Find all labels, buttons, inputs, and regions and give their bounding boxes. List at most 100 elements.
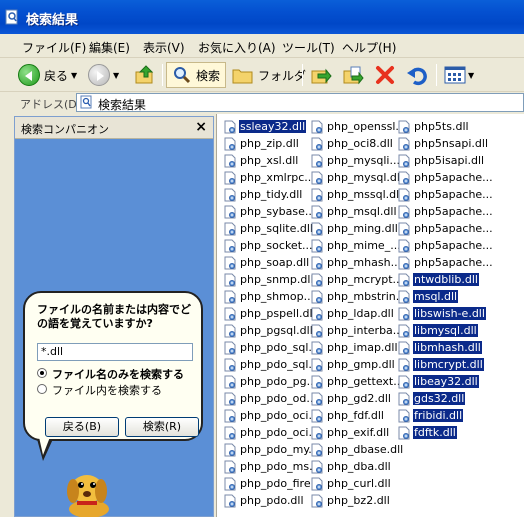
radio-name-only[interactable]: [37, 368, 47, 378]
file-item[interactable]: php5apache...: [397, 169, 494, 186]
file-item[interactable]: php_pdo_sql...: [223, 339, 320, 356]
menu-file[interactable]: ファイル(F): [22, 39, 86, 56]
file-item[interactable]: fribidi.dll: [397, 407, 464, 424]
file-item[interactable]: php_pdo_sql...: [223, 356, 320, 373]
file-item[interactable]: php_mcrypt....: [310, 271, 408, 288]
file-item[interactable]: php_bz2.dll: [310, 492, 391, 509]
radio-content[interactable]: [37, 384, 47, 394]
file-item[interactable]: php_dba.dll: [310, 458, 392, 475]
filename-search-input[interactable]: *.dll: [37, 343, 193, 361]
up-folder-button[interactable]: [134, 62, 156, 88]
search-button[interactable]: 検索: [166, 62, 227, 88]
dll-file-icon: [311, 290, 323, 303]
delete-button[interactable]: [374, 62, 396, 88]
file-item[interactable]: php5apache...: [397, 203, 494, 220]
file-item[interactable]: php_xmlrpc....: [223, 169, 319, 186]
file-item[interactable]: php_sybase....: [223, 203, 320, 220]
file-item[interactable]: php_ldap.dll: [310, 305, 395, 322]
file-item[interactable]: php_msql.dll: [310, 203, 398, 220]
close-icon[interactable]: ×: [195, 119, 207, 135]
file-item[interactable]: php_pdo_oci...: [223, 407, 320, 424]
file-item[interactable]: php_mssql.dll: [310, 186, 403, 203]
file-item[interactable]: php_interba...: [310, 322, 404, 339]
dll-file-icon: [398, 375, 410, 388]
menu-help[interactable]: ヘルプ(H): [342, 39, 396, 56]
file-item[interactable]: php5apache...: [397, 254, 494, 271]
file-item[interactable]: php_openssl....: [310, 118, 410, 135]
undo-button[interactable]: [406, 62, 428, 88]
file-item[interactable]: php_mysqli....: [310, 152, 404, 169]
file-item[interactable]: libmhash.dll: [397, 339, 482, 356]
file-item[interactable]: php_oci8.dll: [310, 135, 394, 152]
back-search-button[interactable]: 戻る(B): [45, 417, 119, 437]
views-button[interactable]: ▼: [444, 62, 474, 88]
views-dropdown-icon: ▼: [468, 70, 475, 80]
file-item[interactable]: php_ming.dll: [310, 220, 399, 237]
dll-file-icon: [311, 222, 323, 235]
file-item[interactable]: php5ts.dll: [397, 118, 470, 135]
file-item[interactable]: php_pdo_ms...: [223, 458, 321, 475]
file-item[interactable]: php_xsl.dll: [223, 152, 299, 169]
file-item[interactable]: php_zip.dll: [223, 135, 300, 152]
file-item[interactable]: php_pdo_my...: [223, 441, 320, 458]
file-item[interactable]: php_gettext....: [310, 373, 408, 390]
file-item[interactable]: php_snmp.dll: [223, 271, 314, 288]
file-item[interactable]: php_pspell.dll: [223, 305, 317, 322]
file-item[interactable]: php5apache...: [397, 237, 494, 254]
file-item[interactable]: php5apache...: [397, 186, 494, 203]
file-item[interactable]: php_gmp.dll: [310, 356, 396, 373]
dll-file-icon: [311, 137, 323, 150]
folders-button[interactable]: フォルダ: [232, 62, 306, 88]
file-item[interactable]: php_soap.dll: [223, 254, 310, 271]
file-item[interactable]: libmysql.dll: [397, 322, 478, 339]
file-item[interactable]: php5nsapi.dll: [397, 135, 489, 152]
file-item[interactable]: libeay32.dll: [397, 373, 479, 390]
file-item[interactable]: php_pdo_fire...: [223, 475, 322, 492]
back-button[interactable]: 戻る ▼: [18, 62, 77, 88]
file-item[interactable]: php_fdf.dll: [310, 407, 385, 424]
file-item[interactable]: php_exif.dll: [310, 424, 390, 441]
address-field[interactable]: 検索結果: [76, 93, 524, 112]
file-item[interactable]: msql.dll: [397, 288, 459, 305]
file-item[interactable]: php5isapi.dll: [397, 152, 485, 169]
move-to-button[interactable]: [310, 62, 332, 88]
menu-edit[interactable]: 編集(E): [89, 39, 130, 56]
file-item[interactable]: php_mysql.dll: [310, 169, 404, 186]
file-item[interactable]: php_pdo.dll: [223, 492, 305, 509]
file-item[interactable]: php_mime_...: [310, 237, 402, 254]
menu-tools[interactable]: ツール(T): [282, 39, 335, 56]
file-item[interactable]: php_dbase.dll: [310, 441, 404, 458]
file-item[interactable]: php_pdo_od...: [223, 390, 318, 407]
file-item[interactable]: php_sqlite.dll: [223, 220, 314, 237]
menu-favorites[interactable]: お気に入り(A): [198, 39, 276, 56]
dll-file-icon: [311, 239, 323, 252]
file-item[interactable]: ntwdblib.dll: [397, 271, 479, 288]
forward-button[interactable]: ▼: [88, 62, 119, 88]
file-item[interactable]: php_gd2.dll: [310, 390, 392, 407]
dll-file-icon: [398, 392, 410, 405]
file-item[interactable]: php_mhash....: [310, 254, 406, 271]
file-item[interactable]: fdftk.dll: [397, 424, 457, 441]
file-item[interactable]: php_pdo_pg...: [223, 373, 318, 390]
file-item[interactable]: php_imap.dll: [310, 339, 399, 356]
copy-to-button[interactable]: [342, 62, 364, 88]
file-item[interactable]: php_curl.dll: [310, 475, 392, 492]
file-item[interactable]: gds32.dll: [397, 390, 466, 407]
file-item[interactable]: php_pgsql.dll: [223, 322, 314, 339]
menu-view[interactable]: 表示(V): [143, 39, 185, 56]
dll-file-icon: [311, 256, 323, 269]
file-item[interactable]: php_mbstrin...: [310, 288, 407, 305]
file-item[interactable]: libmcrypt.dll: [397, 356, 484, 373]
start-search-button[interactable]: 検索(R): [125, 417, 199, 437]
file-item[interactable]: ssleay32.dll: [223, 118, 308, 135]
file-item[interactable]: php_pdo_oci...: [223, 424, 320, 441]
file-item[interactable]: libswish-e.dll: [397, 305, 486, 322]
file-item[interactable]: php_shmop....: [223, 288, 319, 305]
file-item[interactable]: php5apache...: [397, 220, 494, 237]
dll-file-icon: [224, 239, 236, 252]
file-list[interactable]: ssleay32.dll php_zip.dll php_xsl.dll php_xm…: [216, 114, 524, 517]
file-item[interactable]: php_tidy.dll: [223, 186, 303, 203]
dll-file-icon: [311, 171, 323, 184]
file-name: php_dba.dll: [327, 460, 391, 473]
file-item[interactable]: php_socket....: [223, 237, 317, 254]
